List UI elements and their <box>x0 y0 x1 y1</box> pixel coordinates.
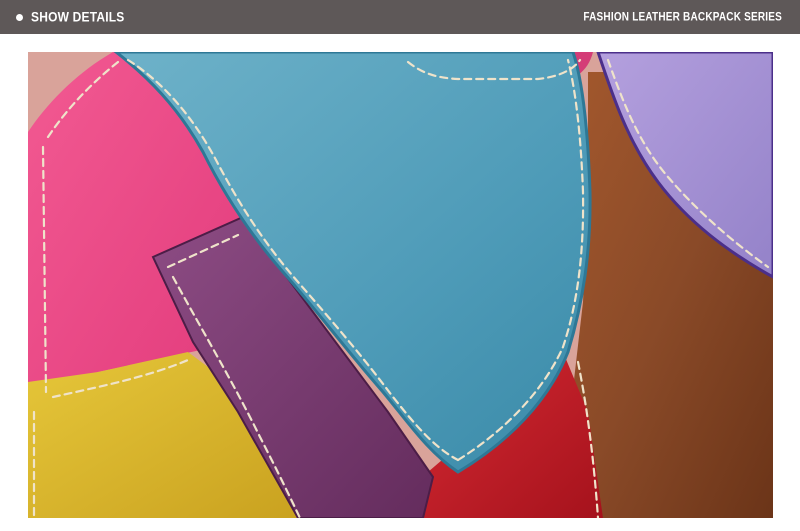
section-header-bar: SHOW DETAILS FASHION LEATHER BACKPACK SE… <box>0 0 800 34</box>
patchwork-leather-image <box>28 52 773 518</box>
leather-detail-photo <box>28 52 773 518</box>
section-title: SHOW DETAILS <box>31 8 125 26</box>
section-header-left: SHOW DETAILS <box>16 8 125 26</box>
series-title: FASHION LEATHER BACKPACK SERIES <box>583 10 782 24</box>
bullet-icon <box>16 13 23 21</box>
